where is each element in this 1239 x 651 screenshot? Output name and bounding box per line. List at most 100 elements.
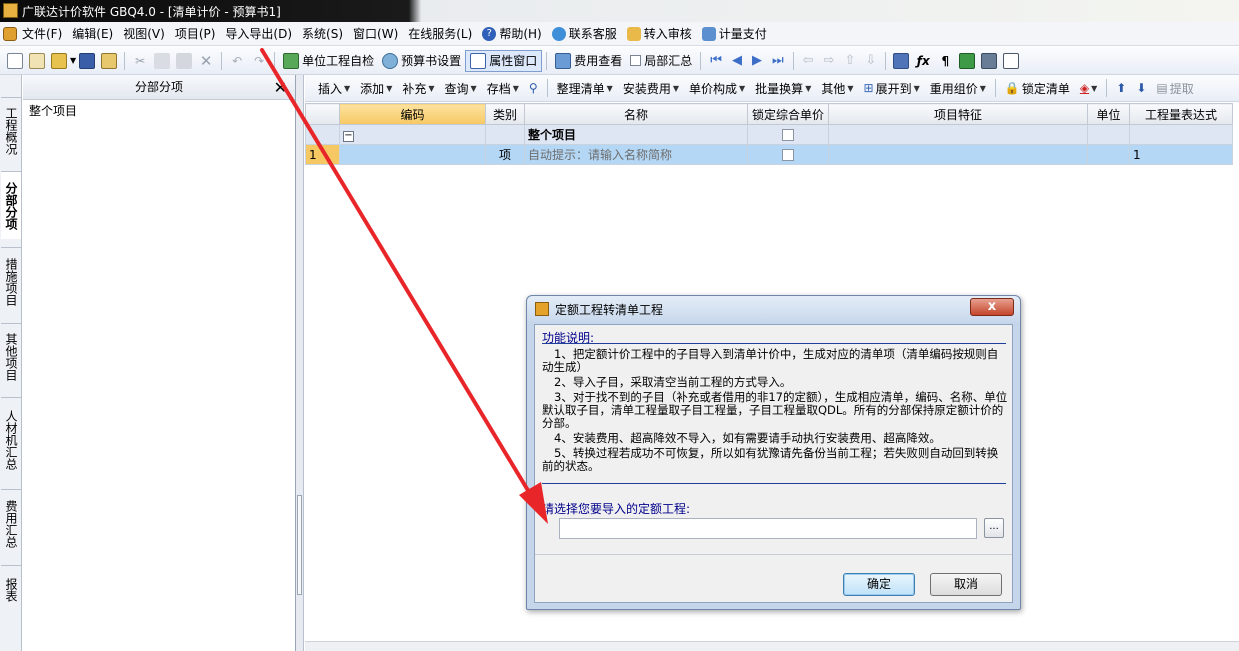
delete-icon[interactable]: ✕ <box>198 53 214 69</box>
redo-icon[interactable]: ↷ <box>251 53 267 69</box>
column-header-name[interactable]: 名称 <box>524 103 748 125</box>
add-button[interactable]: 添加 ▼ <box>355 80 397 97</box>
print-icon[interactable] <box>981 52 998 69</box>
lock-price-checkbox[interactable] <box>782 149 794 161</box>
features-cell[interactable] <box>828 144 1088 165</box>
tab-fee-summary[interactable]: 费用汇总 <box>1 489 21 557</box>
property-window-button[interactable]: 属性窗口 <box>465 49 543 72</box>
features-cell[interactable] <box>828 124 1088 145</box>
menu-edit[interactable]: 编辑(E) <box>67 23 118 45</box>
menu-contact-support[interactable]: 联系客服 <box>547 23 622 45</box>
last-record-icon[interactable]: ⏭ <box>772 53 784 68</box>
database-icon[interactable] <box>959 52 976 69</box>
column-header-code[interactable]: 编码 <box>339 103 486 125</box>
tab-sub-items[interactable]: 分部分项 <box>1 171 21 239</box>
tree-root-node[interactable]: 整个项目 <box>23 100 295 121</box>
menu-view[interactable]: 视图(V) <box>118 23 170 45</box>
budget-settings-button[interactable]: 预算书设置 <box>378 50 465 72</box>
panel-splitter[interactable] <box>296 75 304 651</box>
close-panel-icon[interactable]: ✕ <box>274 75 287 100</box>
new-project-icon[interactable] <box>29 52 45 69</box>
tab-reports[interactable]: 报表 <box>1 565 21 613</box>
fill-color-button[interactable]: ◈ ▼ <box>1075 81 1102 95</box>
supplement-button[interactable]: 补充 ▼ <box>397 80 439 97</box>
paragraph-icon[interactable]: ¶ <box>937 53 953 69</box>
install-fee-button[interactable]: 安装费用 ▼ <box>618 80 684 97</box>
batch-convert-button[interactable]: 批量换算 ▼ <box>750 80 816 97</box>
menu-system[interactable]: 系统(S) <box>297 23 348 45</box>
previous-record-icon[interactable]: ◀ <box>732 53 742 68</box>
find-button[interactable]: ⚲ <box>524 81 543 95</box>
unit-cell[interactable] <box>1087 144 1130 165</box>
fee-view-button[interactable]: 费用查看 <box>551 50 626 72</box>
expand-to-button[interactable]: ⊞ 展开到 ▼ <box>859 80 925 97</box>
paste-icon[interactable] <box>176 52 193 69</box>
menu-help[interactable]: ? 帮助(H) <box>477 23 546 45</box>
lock-price-cell[interactable] <box>747 144 829 165</box>
column-header-quantity-expr[interactable]: 工程量表达式 <box>1129 103 1233 125</box>
lock-price-checkbox[interactable] <box>782 129 794 141</box>
splitter-grip[interactable] <box>297 495 302 595</box>
dialog-close-button[interactable]: x <box>970 298 1014 316</box>
unit-price-button[interactable]: 单价构成 ▼ <box>684 80 750 97</box>
tab-labor-material-machine[interactable]: 人材机汇总 <box>1 397 21 481</box>
move-down-icon[interactable]: ⇩ <box>865 53 876 68</box>
query-button[interactable]: 查询 ▼ <box>440 80 482 97</box>
column-header-features[interactable]: 项目特征 <box>828 103 1088 125</box>
calculator-icon[interactable] <box>893 52 910 69</box>
move-up-button[interactable]: ⬆ <box>1111 81 1131 95</box>
tab-other-items[interactable]: 其他项目 <box>1 323 21 389</box>
self-check-button[interactable]: 单位工程自检 <box>279 50 378 72</box>
type-cell[interactable]: 项 <box>485 144 525 165</box>
horizontal-scrollbar[interactable] <box>305 641 1239 651</box>
ok-button[interactable]: 确定 <box>843 573 915 596</box>
table-row[interactable]: − 整个项目 <box>305 124 1233 145</box>
formula-icon[interactable]: ƒx <box>915 53 931 69</box>
quota-project-path-input[interactable] <box>559 518 977 539</box>
save-icon[interactable] <box>79 52 96 69</box>
lock-price-cell[interactable] <box>747 124 829 145</box>
move-down-button[interactable]: ⬇ <box>1131 81 1151 95</box>
archive-button[interactable]: 存档 ▼ <box>482 80 524 97</box>
open-folder-icon[interactable] <box>51 52 67 69</box>
type-cell[interactable] <box>485 124 525 145</box>
menu-import-export[interactable]: 导入导出(D) <box>220 23 297 45</box>
organize-list-button[interactable]: 整理清单 ▼ <box>552 80 618 97</box>
quantity-expr-cell[interactable]: 1 <box>1129 144 1233 165</box>
next-record-icon[interactable]: ▶ <box>752 53 762 68</box>
collapse-icon[interactable]: − <box>343 131 354 142</box>
code-cell[interactable]: − <box>339 124 486 145</box>
move-left-icon[interactable]: ⇦ <box>803 53 814 68</box>
tab-project-overview[interactable]: 工程概况 <box>1 97 21 163</box>
table-row[interactable]: 1 项 自动提示：请输入名称简称 1 <box>305 144 1233 165</box>
undo-icon[interactable]: ↶ <box>229 53 245 69</box>
menu-window[interactable]: 窗口(W) <box>348 23 403 45</box>
copy-icon[interactable] <box>154 52 171 69</box>
menu-project[interactable]: 项目(P) <box>170 23 221 45</box>
other-button[interactable]: 其他 ▼ <box>816 80 858 97</box>
export-icon[interactable] <box>101 52 118 69</box>
local-summary-toggle[interactable]: 局部汇总 <box>626 50 696 72</box>
column-header-type[interactable]: 类别 <box>485 103 525 125</box>
column-header-lock-price[interactable]: 锁定综合单价 <box>747 103 829 125</box>
move-right-icon[interactable]: ⇨ <box>824 53 835 68</box>
extract-button[interactable]: ▤ 提取 <box>1151 80 1198 97</box>
new-file-icon[interactable] <box>7 52 23 69</box>
move-up-icon[interactable]: ⇧ <box>844 53 855 68</box>
open-dropdown-chevron-icon[interactable]: ▼ <box>70 56 76 65</box>
name-cell[interactable]: 自动提示：请输入名称简称 <box>524 144 748 165</box>
insert-button[interactable]: 插入 ▼ <box>313 80 355 97</box>
cut-icon[interactable]: ✂ <box>132 53 148 69</box>
local-summary-checkbox[interactable] <box>630 55 642 66</box>
cancel-button[interactable]: 取消 <box>930 573 1002 596</box>
first-record-icon[interactable]: ⏮ <box>710 53 722 68</box>
reuse-pricing-button[interactable]: 重用组价 ▼ <box>925 80 991 97</box>
code-cell[interactable] <box>339 144 486 165</box>
menu-file[interactable]: 文件(F) <box>17 23 67 45</box>
menu-measure-payment[interactable]: 计量支付 <box>697 23 772 45</box>
browse-button[interactable]: ... <box>984 518 1004 538</box>
column-header-unit[interactable]: 单位 <box>1087 103 1130 125</box>
app-menu-icon[interactable] <box>3 26 17 41</box>
unit-cell[interactable] <box>1087 124 1130 145</box>
menu-transfer-audit[interactable]: 转入审核 <box>622 23 697 45</box>
